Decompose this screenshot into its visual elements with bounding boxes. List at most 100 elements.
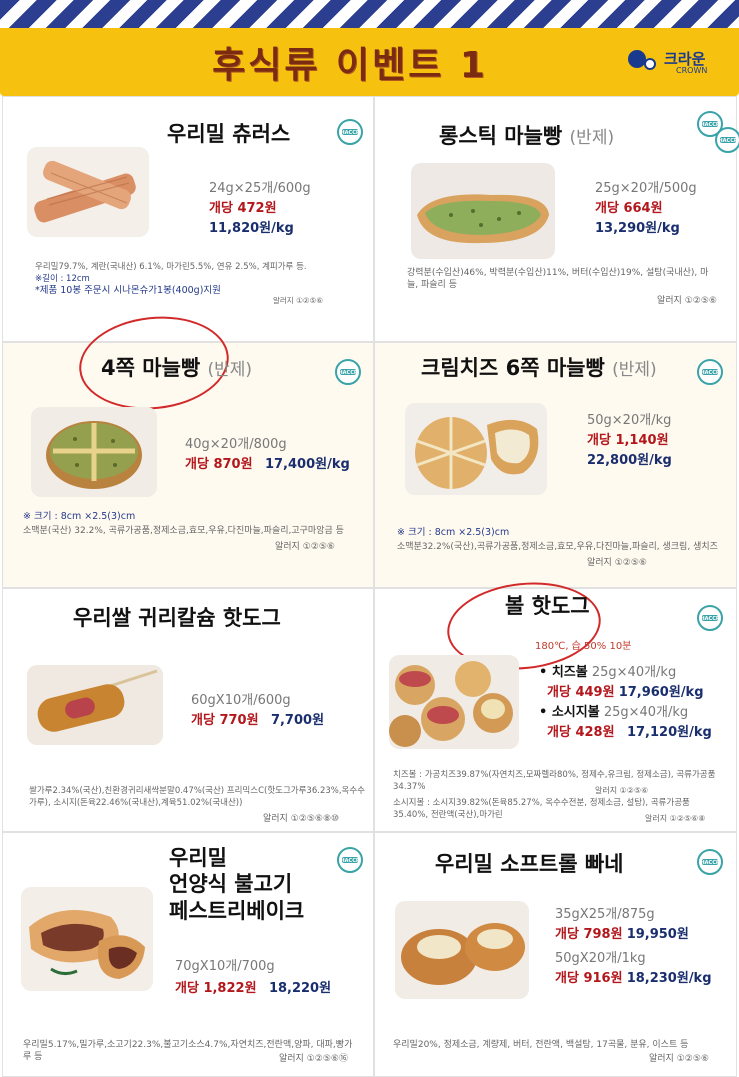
product-title: 우리밀 언양식 불고기 페스트리베이크 <box>169 845 304 924</box>
kg-price: 17,120원/kg <box>626 725 712 740</box>
product-title: 우리밀 츄러스 <box>167 122 291 146</box>
product-title-line: 페스트리베이크 <box>169 898 305 923</box>
product-photo <box>395 901 529 999</box>
kg-price: 17,400원/kg <box>264 457 350 472</box>
product-spec: 25g×40개/kg <box>591 665 677 680</box>
product-card-rice-oat-hotdog: 우리쌀 귀리칼슘 핫도그 60gX10개/600g 개당 770원 7,700원… <box>2 588 374 832</box>
allergy-info-cheese-ball: 알러지 ①②⑤⑥ <box>595 786 649 795</box>
product-pricing: 50g×20개/kg 개당 1,140원 22,800원/kg <box>587 411 672 471</box>
product-title-main: 4쪽 마늘빵 <box>101 356 201 380</box>
unit-price: 개당 449원 <box>547 685 615 700</box>
product-spec: 35gX25개/875g <box>555 907 655 922</box>
ingredients-text: 우리밀20%, 정제소금, 계량제, 버터, 전란액, 백설탕, 17곡물, 분… <box>393 1040 689 1050</box>
variant-cheese-ball: • 치즈볼 25g×40개/kg 개당 449원 17,960원/kg <box>539 663 704 703</box>
product-pricing: 60gX10개/600g 개당 770원 7,700원 <box>191 691 324 731</box>
allergy-info: 알러지 ①②⑤⑥ <box>273 296 323 305</box>
product-title: 롱스틱 마늘빵 (반제) <box>439 123 614 149</box>
variant-name: • 치즈볼 <box>539 665 588 680</box>
product-photo <box>27 665 163 745</box>
allergy-info: 알러지 ①②⑤⑥ <box>275 542 335 552</box>
kg-price: 7,700원 <box>270 713 325 728</box>
unit-price: 개당 428원 <box>547 725 615 740</box>
product-title: 볼 핫도그 <box>505 594 590 618</box>
product-spec: 60gX10개/600g <box>191 693 291 708</box>
allergy-info: 알러지 ①②⑤⑥ <box>657 296 717 306</box>
product-photo <box>411 163 555 259</box>
churros-image <box>34 160 136 223</box>
size-note: ※ 크기 : 8cm ×2.5(3)cm <box>23 511 136 522</box>
product-title-main: 크림치즈 6쪽 마늘빵 <box>421 356 605 380</box>
product-photo <box>27 147 149 237</box>
size-note: ※ 크기 : 8cm ×2.5(3)cm <box>397 527 510 538</box>
product-card-soft-roll-pane: 우리밀 소프트롤 빠네 HACCP 35gX25개/875g 개당 798원 1… <box>374 832 737 1077</box>
variant-sausage-ball: • 소시지볼 25g×40개/kg 개당 428원 17,120원/kg <box>539 703 712 743</box>
product-pricing: 70gX10개/700g 개당 1,822원 18,220원 <box>175 957 331 999</box>
product-card-long-stick-garlic-bread: 롱스틱 마늘빵 (반제) HACCP HACCP 25g×20개/500g 개당… <box>374 96 739 342</box>
haccp-badge-icon: HACCP <box>337 847 363 873</box>
unit-price: 개당 770원 <box>191 713 259 728</box>
allergy-info: 알러지 ①②⑤⑥ <box>587 558 647 568</box>
cook-instruction: 180℃, 습 50% 10분 <box>535 641 632 652</box>
product-spec: 70gX10개/700g <box>175 959 275 974</box>
kg-price: 13,290원/kg <box>595 221 680 236</box>
length-note: ※길이 : 12cm <box>35 274 90 284</box>
product-spec: 40g×20개/800g <box>185 437 287 452</box>
product-card-cream-cheese-garlic-bread: 크림치즈 6쪽 마늘빵 (반제) HACCP 50g×20개/kg 개당 1,1… <box>374 342 737 588</box>
product-title-main: 롱스틱 마늘빵 <box>439 124 563 148</box>
product-card-4-piece-garlic-bread: 4쪽 마늘빵 (반제) HACCP 40g×20개/800g 개당 870원 1… <box>2 309 374 588</box>
product-pricing: 24g×25개/600g 개당 472원 11,820원/kg <box>209 179 311 239</box>
pastry-bake-image <box>29 909 145 979</box>
haccp-badge-icon: HACCP <box>337 119 363 145</box>
variant-50g: 50gX20개/1kg 개당 916원 18,230원/kg <box>555 949 712 989</box>
garlic-stick-image <box>417 194 549 244</box>
ingredients-text: 소맥분32.2%(국산),곡류가공품,정제소금,효모,우유,다진마늘,파슬리, … <box>397 542 718 552</box>
haccp-badge-icon: HACCP <box>335 359 361 385</box>
ball-hotdog-image <box>389 661 513 747</box>
product-card-bulgogi-pastry-bake: 우리밀 언양식 불고기 페스트리베이크 HACCP 70gX10개/700g 개… <box>2 832 374 1077</box>
page-title: 후식류 이벤트 1 <box>212 45 488 86</box>
logo-mark-ring <box>644 58 656 70</box>
product-photo <box>21 887 153 991</box>
ingredients-text: 강력분(수입산)46%, 박력분(수입산)11%, 버터(수입산)19%, 설탕… <box>407 268 709 290</box>
product-title: 우리밀 소프트롤 빠네 <box>435 852 624 876</box>
product-card-ball-hotdog: 볼 핫도그 HACCP 180℃, 습 50% 10분 • 치즈볼 25g×40… <box>374 575 737 832</box>
ingredients-cheese-ball: 치즈볼 : 가공치즈39.87%(자연치즈,모짜렐라80%, 정제수,유크림, … <box>393 770 716 792</box>
cheese-garlic-bread-image <box>415 417 539 489</box>
allergy-info: 알러지 ①②⑤⑥⑧⑩ <box>263 814 340 824</box>
soft-roll-image <box>401 923 525 985</box>
product-spec: 50gX20개/1kg <box>555 951 646 966</box>
product-spec: 24g×25개/600g <box>209 181 311 196</box>
haccp-badge-icon: HACCP <box>697 849 723 875</box>
product-title-suffix: (반제) <box>207 360 253 380</box>
unit-price: 개당 664원 <box>595 201 663 216</box>
product-title-suffix: (반제) <box>569 128 615 148</box>
unit-price: 개당 798원 <box>555 927 623 942</box>
kg-price: 19,950원 <box>626 927 689 942</box>
product-card-churros: 우리밀 츄러스 HACCP 24g×25개/600g 개당 472원 11,82… <box>2 96 374 342</box>
kg-price: 18,220원 <box>268 981 332 996</box>
brand-logo: 크라운 CROWN <box>628 44 728 84</box>
product-photo <box>405 403 547 495</box>
ingredients-text: 소맥분(국산) 32.2%, 곡류가공품,정제소금,효모,우유,다진마늘,파슬리… <box>23 526 344 536</box>
product-title: 4쪽 마늘빵 (반제) <box>101 355 252 381</box>
logo-subtext: CROWN <box>676 66 708 75</box>
haccp-badge-icon: HACCP <box>697 359 723 385</box>
product-title: 우리쌀 귀리칼슘 핫도그 <box>73 606 281 630</box>
unit-price: 개당 870원 <box>185 457 253 472</box>
unit-price: 개당 1,140원 <box>587 433 669 448</box>
product-spec: 25g×40개/kg <box>603 705 689 720</box>
product-grid: 우리밀 츄러스 HACCP 24g×25개/600g 개당 472원 11,82… <box>2 96 739 1077</box>
product-spec: 50g×20개/kg <box>587 413 672 428</box>
product-title-suffix: (반제) <box>612 360 657 380</box>
product-title: 크림치즈 6쪽 마늘빵 (반제) <box>421 355 657 381</box>
ingredients-text: 우리밀79.7%, 계란(국내산) 6.1%, 마가린5.5%, 연유 2.5%… <box>35 262 307 272</box>
variant-name: • 소시지볼 <box>539 705 600 720</box>
kg-price: 11,820원/kg <box>209 221 294 236</box>
unit-price: 개당 1,822원 <box>175 981 257 996</box>
hotdog-image <box>37 669 158 732</box>
kg-price: 22,800원/kg <box>587 453 672 468</box>
product-title-line: 우리밀 <box>169 846 227 870</box>
kg-price: 17,960원/kg <box>618 685 704 700</box>
haccp-badge-icon: HACCP <box>715 127 739 153</box>
product-pricing: 40g×20개/800g 개당 870원 17,400원/kg <box>185 435 350 475</box>
